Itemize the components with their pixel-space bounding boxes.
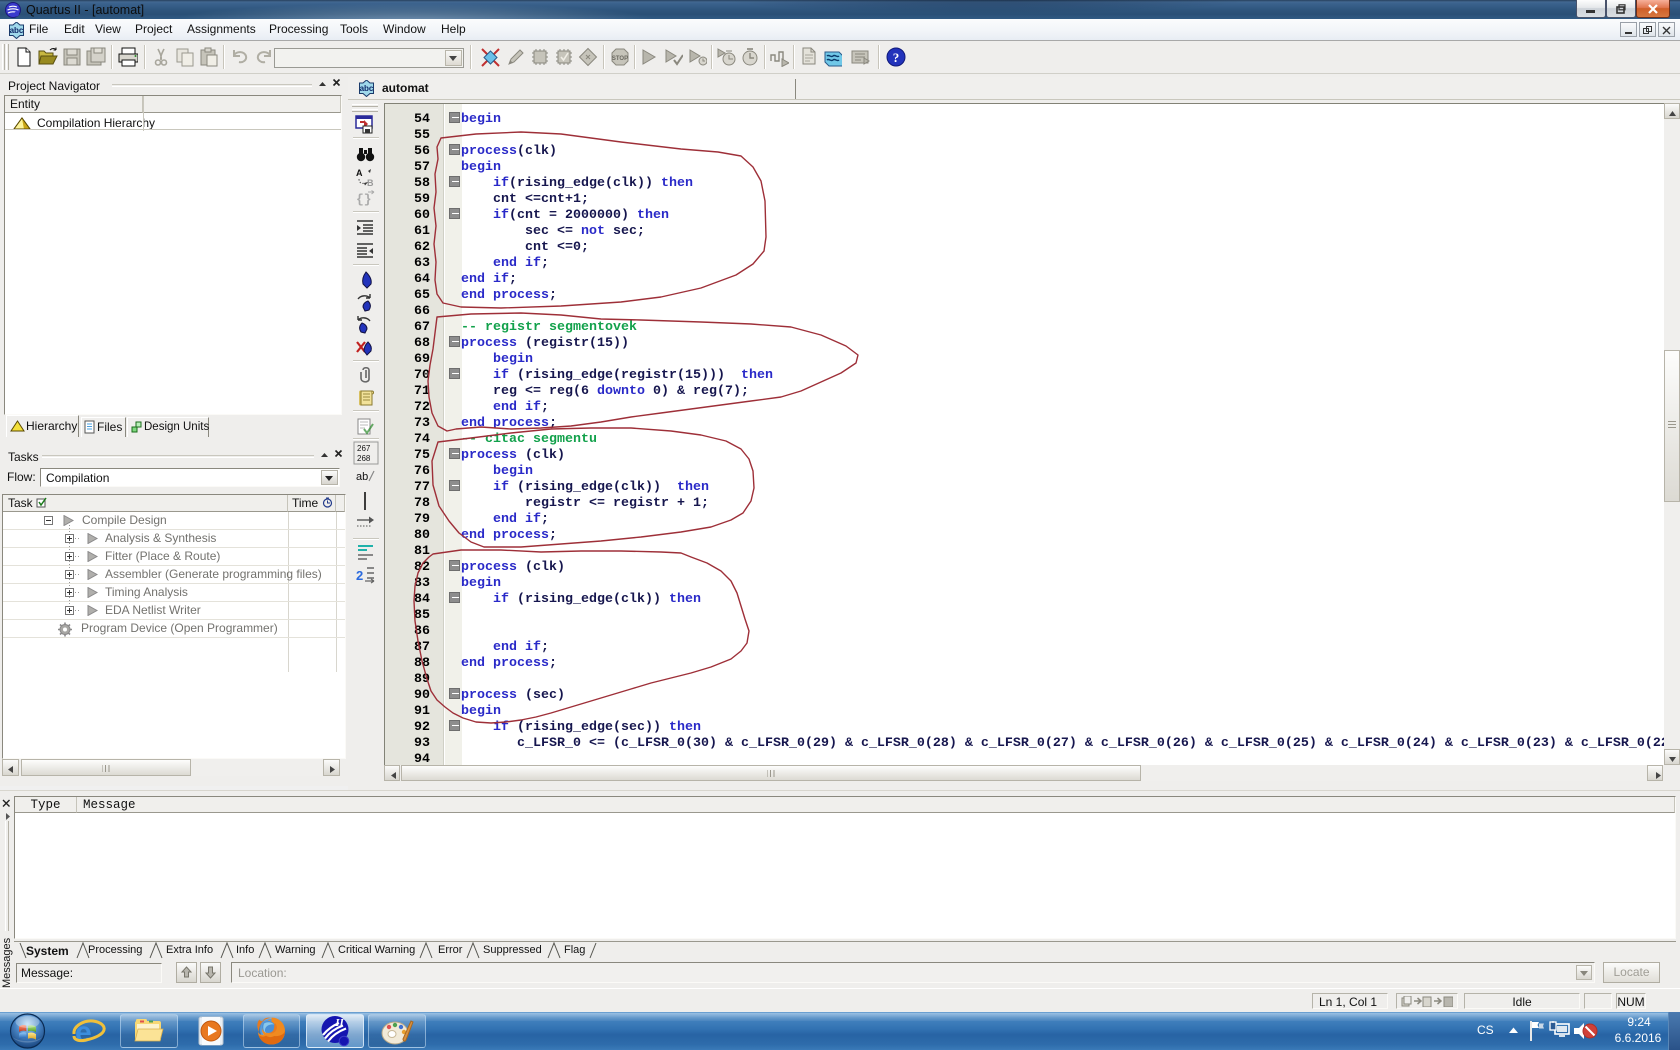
svg-text:{}: {} [356,192,372,207]
svg-text:STOP: STOP [612,56,628,62]
svg-text:abc: abc [10,26,24,35]
svg-text:A: A [356,168,363,178]
svg-text:2: 2 [356,568,363,583]
svg-text:abc: abc [360,84,374,93]
svg-text:ab: ab [356,471,368,483]
svg-text:II: II [334,1017,344,1029]
svg-text:B: B [367,178,374,187]
svg-text:268: 268 [357,454,371,463]
svg-text:?: ? [893,50,900,65]
svg-text:267: 267 [357,444,371,453]
